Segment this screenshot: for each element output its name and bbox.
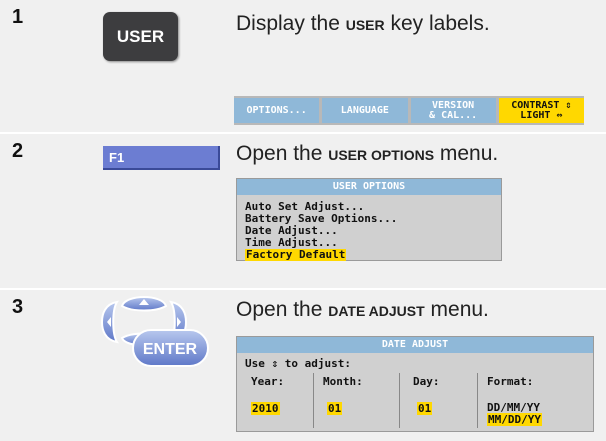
softkey-contrast[interactable]: CONTRAST ⇕ LIGHT ⇔ (498, 98, 584, 123)
month-label: Month: (323, 375, 363, 388)
softkey-language[interactable]: LANGUAGE (322, 98, 408, 123)
date-adjust-menu: DATE ADJUST Use ⇕ to adjust: Year: Month… (236, 336, 594, 432)
step-number: 2 (12, 140, 24, 162)
step-description: Open the USER OPTIONS menu. (236, 142, 498, 166)
step-3: 3 ENTER Open the DATE ADJUST menu. DATE … (0, 290, 606, 441)
column-divider (313, 373, 314, 428)
step-2: 2 F1 Open the USER OPTIONS menu. USER OP… (0, 134, 606, 288)
arrow-up-icon[interactable] (120, 296, 168, 312)
format-label: Format: (487, 375, 534, 388)
enter-label: ENTER (143, 341, 198, 358)
format-option-mm-dd-yy[interactable]: MM/DD/YY (487, 413, 542, 426)
desc-text: Open the (236, 142, 329, 165)
adjust-hint: Use ⇕ to adjust: (245, 357, 351, 370)
desc-text: Open the (236, 298, 329, 321)
menu-title: DATE ADJUST (237, 337, 593, 353)
column-divider (399, 373, 400, 428)
desc-key: DATE ADJUST (328, 303, 425, 319)
menu-item-factory-default[interactable]: Factory Default (245, 249, 347, 261)
f1-key[interactable]: F1 (103, 146, 220, 170)
day-label: Day: (413, 375, 440, 388)
softkey-bar: OPTIONS... LANGUAGE VERSION & CAL... CON… (234, 96, 584, 125)
step-number: 3 (12, 296, 24, 318)
day-value[interactable]: 01 (417, 402, 433, 415)
desc-text: menu. (434, 142, 499, 165)
desc-text: menu. (424, 298, 489, 321)
menu-title: USER OPTIONS (237, 179, 501, 195)
month-value[interactable]: 01 (327, 402, 343, 415)
arrow-left-icon[interactable] (100, 300, 120, 344)
step-1: 1 USER Display the USER key labels. OPTI… (0, 0, 606, 132)
desc-key: USER (345, 17, 385, 33)
step-number: 1 (12, 6, 24, 28)
step-description: Open the DATE ADJUST menu. (236, 298, 489, 322)
navigation-pad[interactable]: ENTER (100, 290, 210, 376)
year-label: Year: (251, 375, 285, 388)
softkey-options[interactable]: OPTIONS... (234, 98, 320, 123)
enter-button[interactable]: ENTER (132, 329, 209, 367)
desc-key: USER OPTIONS (328, 147, 435, 163)
year-value[interactable]: 2010 (251, 402, 280, 415)
user-key[interactable]: USER (103, 12, 178, 61)
desc-text: Display the (236, 12, 346, 35)
desc-text: key labels. (384, 12, 490, 35)
column-divider (477, 373, 478, 428)
step-description: Display the USER key labels. (236, 12, 490, 36)
softkey-version-cal[interactable]: VERSION & CAL... (410, 98, 496, 123)
user-options-menu: USER OPTIONS Auto Set Adjust... Battery … (236, 178, 502, 261)
